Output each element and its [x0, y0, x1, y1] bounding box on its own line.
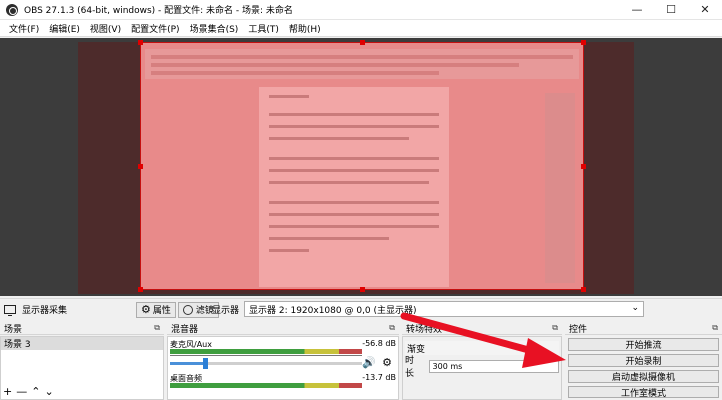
minimize-button[interactable]: — — [620, 0, 654, 20]
start-recording-button[interactable]: 开始录制 — [568, 354, 719, 367]
menu-edit[interactable]: 编辑(E) — [44, 22, 85, 35]
title-bar: OBS 27.1.3 (64-bit, windows) - 配置文件: 未命名… — [0, 0, 722, 20]
maximize-button[interactable]: ☐ — [654, 0, 688, 20]
scenes-dock: 场景 ⧉ 场景 3 + — ⌃ ⌄ — [0, 322, 164, 400]
undock-icon[interactable]: ⧉ — [712, 323, 718, 333]
resize-handle-bm[interactable] — [360, 287, 365, 292]
duration-input[interactable]: 300 ms — [428, 359, 559, 373]
scene-item[interactable]: 场景 3 — [1, 337, 163, 350]
menu-view[interactable]: 视图(V) — [85, 22, 126, 35]
transition-type-select[interactable]: 渐变 — [405, 341, 559, 355]
captured-doc-sidebar — [545, 93, 575, 283]
properties-button[interactable]: ⚙ 属性 — [136, 301, 176, 318]
add-icon[interactable]: + — [3, 386, 12, 397]
scene-tools: + — ⌃ ⌄ — [3, 386, 54, 397]
controls-dock-header: 控件 ⧉ — [565, 322, 722, 335]
scenes-list: 场景 3 + — ⌃ ⌄ — [0, 336, 164, 400]
mixer-dock: 混音器 ⧉ 麦克风/Aux -56.8 dB 🔊 ⚙ 桌面音频 -13.7 dB — [167, 322, 399, 400]
mixer-track-desktop: 桌面音频 -13.7 dB — [170, 373, 396, 400]
chevron-up-icon[interactable]: ⌃ — [31, 386, 40, 397]
window-title: OBS 27.1.3 (64-bit, windows) - 配置文件: 未命名… — [24, 6, 293, 16]
mixer-dock-header: 混音器 ⧉ — [167, 322, 399, 335]
remove-icon[interactable]: — — [16, 386, 27, 397]
menu-scene-collection[interactable]: 场景集合(S) — [185, 22, 244, 35]
display-select[interactable]: 显示器 2: 1920x1080 @ 0,0 (主显示器) ⌄ — [244, 301, 644, 317]
resize-handle-tr[interactable] — [581, 40, 586, 45]
controls-title: 控件 — [569, 324, 588, 335]
scenes-title: 场景 — [4, 324, 23, 335]
preview-area[interactable] — [0, 38, 722, 296]
studio-mode-button[interactable]: 工作室模式 — [568, 386, 719, 398]
selected-source-preview[interactable] — [138, 40, 586, 292]
transitions-title: 转场特效 — [406, 324, 443, 335]
duration-row: 时长 300 ms — [405, 356, 559, 379]
resize-handle-tm[interactable] — [360, 40, 365, 45]
menu-tools[interactable]: 工具(T) — [243, 22, 284, 35]
duration-label: 时长 — [405, 356, 415, 379]
properties-label: 属性 — [152, 306, 171, 316]
captured-doc-page — [259, 87, 449, 287]
resize-handle-ml[interactable] — [138, 164, 143, 169]
transitions-dock-header: 转场特效 ⧉ — [402, 322, 562, 335]
transitions-dock: 转场特效 ⧉ 渐变 时长 300 ms — [402, 322, 562, 400]
monitor-icon — [4, 305, 16, 316]
resize-handle-br[interactable] — [581, 287, 586, 292]
display-label: 显示器 — [212, 306, 240, 316]
mixer-title: 混音器 — [171, 324, 199, 335]
duration-value: 300 ms — [432, 361, 463, 371]
controls-dock: 控件 ⧉ 开始推流 开始录制 启动虚拟摄像机 工作室模式 — [565, 322, 722, 400]
resize-handle-mr[interactable] — [581, 164, 586, 169]
resize-handle-bl[interactable] — [138, 287, 143, 292]
menu-profile[interactable]: 配置文件(P) — [126, 22, 184, 35]
undock-icon[interactable]: ⧉ — [389, 323, 395, 333]
mixer-track-mic: 麦克风/Aux -56.8 dB 🔊 ⚙ — [170, 339, 396, 371]
menu-help[interactable]: 帮助(H) — [284, 22, 326, 35]
display-select-value: 显示器 2: 1920x1080 @ 0,0 (主显示器) — [249, 305, 417, 316]
speaker-icon[interactable]: 🔊 — [362, 356, 376, 369]
start-streaming-button[interactable]: 开始推流 — [568, 338, 719, 351]
gear-icon: ⚙ — [141, 303, 151, 316]
volume-slider[interactable] — [170, 358, 362, 369]
chevron-down-icon[interactable]: ⌄ — [44, 386, 53, 397]
menu-bar: 文件(F) 编辑(E) 视图(V) 配置文件(P) 场景集合(S) 工具(T) … — [0, 20, 722, 37]
track-db: -13.7 dB — [362, 373, 396, 382]
close-button[interactable]: ✕ — [688, 0, 722, 20]
mixer-body: 麦克风/Aux -56.8 dB 🔊 ⚙ 桌面音频 -13.7 dB — [167, 336, 399, 400]
scenes-dock-header: 场景 ⧉ — [0, 322, 164, 335]
filter-icon — [182, 304, 193, 315]
chevron-down-icon: ⌄ — [631, 303, 639, 313]
transitions-body: 渐变 时长 300 ms — [402, 336, 562, 400]
captured-doc-toolbar — [145, 49, 579, 79]
undock-icon[interactable]: ⧉ — [552, 323, 558, 333]
slider-fill — [170, 362, 205, 365]
track-db: -56.8 dB — [362, 339, 396, 348]
controls-body: 开始推流 开始录制 启动虚拟摄像机 工作室模式 — [565, 336, 722, 400]
start-virtual-camera-button[interactable]: 启动虚拟摄像机 — [568, 370, 719, 383]
volume-meter — [170, 349, 362, 354]
source-name: 显示器采集 — [22, 306, 68, 316]
slider-thumb[interactable] — [202, 358, 208, 369]
source-selector[interactable]: 显示器采集 — [0, 303, 136, 316]
obs-logo-icon — [6, 3, 18, 16]
resize-handle-tl[interactable] — [138, 40, 143, 45]
meter-scale — [170, 355, 362, 358]
menu-file[interactable]: 文件(F) — [4, 22, 44, 35]
undock-icon[interactable]: ⧉ — [154, 323, 160, 333]
gear-icon[interactable]: ⚙ — [382, 356, 392, 369]
volume-meter — [170, 383, 362, 388]
